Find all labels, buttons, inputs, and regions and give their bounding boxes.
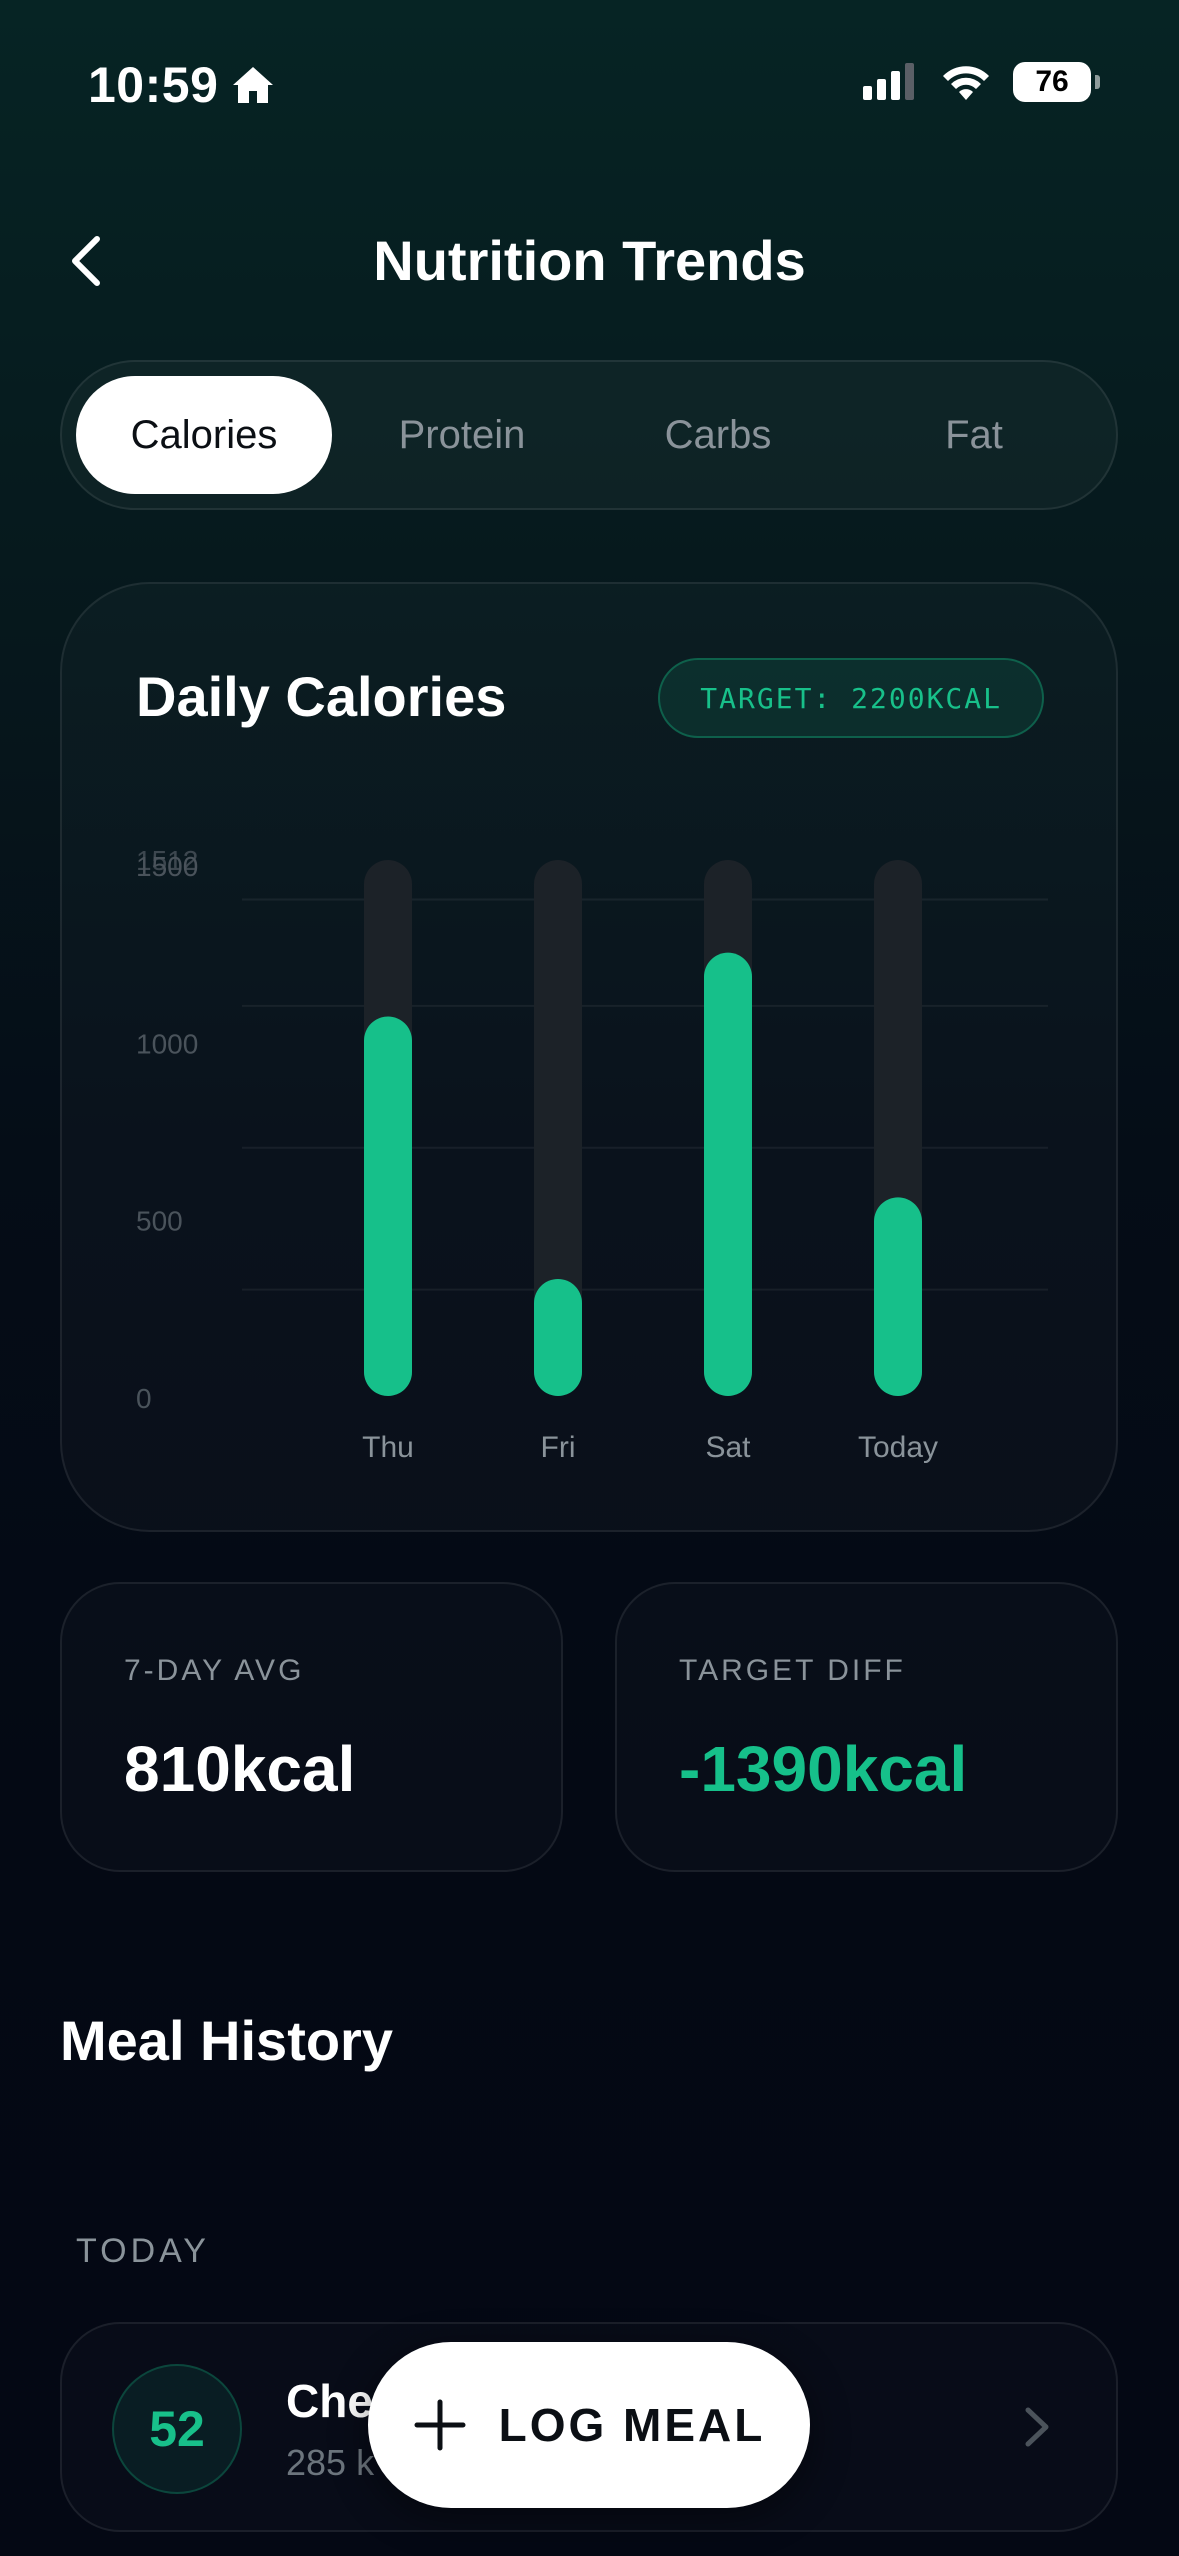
meal-name: Che bbox=[286, 2375, 373, 2427]
bar-fri bbox=[534, 1278, 582, 1396]
y-tick-label: 500 bbox=[136, 1206, 183, 1237]
x-tick-label: Today bbox=[858, 1431, 938, 1464]
home-icon bbox=[233, 67, 274, 103]
stat-diff-label: TARGET DIFF bbox=[679, 1654, 906, 1687]
meal-group-label: TODAY bbox=[76, 2232, 210, 2270]
metric-tabs: Calories Protein Carbs Fat bbox=[60, 360, 1118, 510]
battery-indicator: 76 bbox=[1013, 62, 1100, 102]
stat-card-target-diff: TARGET DIFF -1390kcal bbox=[615, 1582, 1118, 1872]
chevron-right-icon bbox=[1025, 2407, 1049, 2447]
calories-bar-chart: 0500100015001512Thu Fri Sat Today bbox=[136, 845, 1048, 1464]
status-bar: 10:59 76 bbox=[0, 0, 1179, 180]
tab-calories[interactable]: Calories bbox=[76, 376, 332, 494]
status-time: 10:59 bbox=[88, 56, 276, 114]
log-meal-label: LOG MEAL bbox=[498, 2399, 766, 2451]
status-indicators: 76 bbox=[863, 62, 1100, 102]
log-meal-button[interactable]: LOG MEAL bbox=[368, 2342, 810, 2508]
daily-calories-card: Daily Calories TARGET: 2200KCAL 0 500 1000… bbox=[60, 582, 1118, 1532]
meal-kcal: 285 k bbox=[286, 2442, 375, 2483]
status-time-text: 10:59 bbox=[88, 57, 219, 113]
bar-today bbox=[874, 1197, 922, 1396]
y-tick-label: 0 bbox=[136, 1383, 152, 1414]
page-title: Nutrition Trends bbox=[373, 229, 806, 292]
stat-diff-value: -1390kcal bbox=[679, 1733, 968, 1805]
meal-history-title: Meal History bbox=[60, 2009, 393, 2072]
bar-thu bbox=[364, 1016, 412, 1396]
y-tick-label-overlap: 1512 bbox=[136, 845, 198, 876]
stat-avg-value: 810kcal bbox=[124, 1733, 356, 1805]
tab-fat[interactable]: Fat bbox=[846, 376, 1102, 494]
x-tick-label: Sat bbox=[705, 1431, 751, 1464]
x-tick-label: Thu bbox=[362, 1431, 414, 1464]
stat-avg-label: 7-DAY AVG bbox=[124, 1654, 305, 1687]
battery-level: 76 bbox=[1035, 65, 1069, 98]
bar-sat bbox=[704, 952, 752, 1396]
tab-carbs[interactable]: Carbs bbox=[590, 376, 846, 494]
meal-score-badge: 52 bbox=[112, 2364, 242, 2494]
x-tick-label: Fri bbox=[541, 1431, 576, 1464]
tab-protein[interactable]: Protein bbox=[334, 376, 590, 494]
cellular-signal-icon bbox=[863, 63, 914, 100]
wifi-icon bbox=[943, 66, 989, 100]
y-tick-label: 1000 bbox=[136, 1028, 198, 1059]
plus-icon bbox=[414, 2399, 466, 2451]
stat-card-avg: 7-DAY AVG 810kcal bbox=[60, 1582, 563, 1872]
